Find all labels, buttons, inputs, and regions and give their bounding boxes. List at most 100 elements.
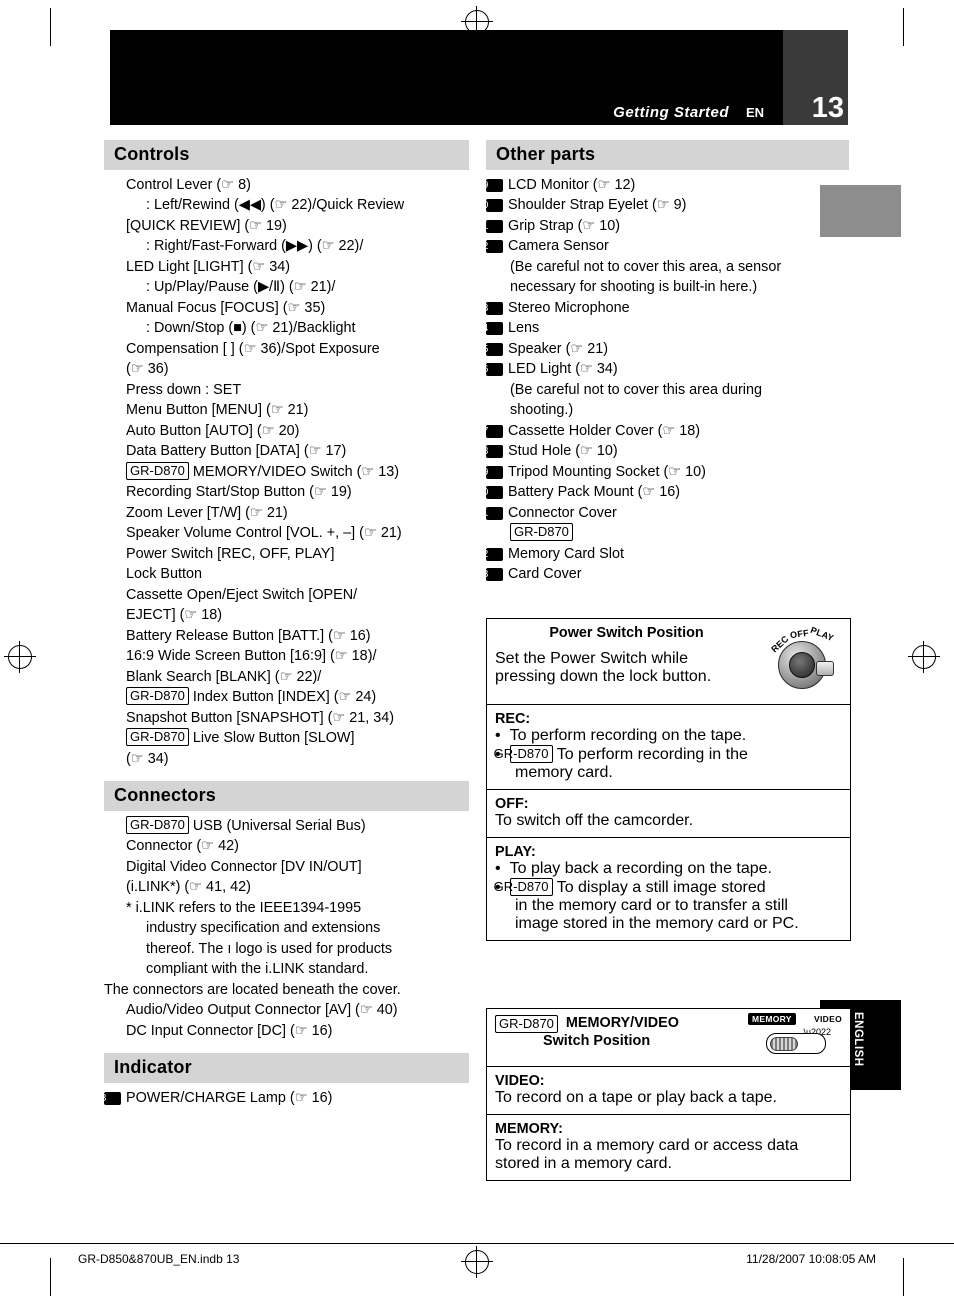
line-text: * i.LINK refers to the IEEE1394-1995 [126,899,362,916]
section-heading-other-parts: Other parts [486,140,849,170]
section-text: To record in a memory card or access dat… [495,1137,799,1154]
footer-timestamp: 11/28/2007 10:08:05 AM [746,1252,876,1266]
registration-mark-right [908,641,940,673]
line-text: (i.LINK*) (☞ 41, 42) [126,879,251,895]
section-label: REC: [495,711,531,727]
controls-list: Control Lever (☞ 8): Left/Rewind (◀◀) (☞… [104,175,469,770]
line-text: industry specification and extensions [146,920,381,936]
text-line: Recording Start/Stop Button (☞ 19) [104,482,469,503]
item-label: Card Cover [508,566,582,582]
line-text: Cassette Open/Eject Switch [OPEN/ [126,586,358,603]
line-text: Index Button [INDEX] (☞ 24) [188,689,377,705]
text-line: Auto Button [AUTO] (☞ 20) [104,421,469,442]
bullet-text: To play back a recording on the tape. [509,860,772,877]
switch-label-video: VIDEO [814,1014,842,1024]
line-text: Connector (☞ 42) [126,838,239,854]
item-number: 22 [477,240,503,253]
item-label: Shoulder Strap Eyelet (☞ 9) [508,197,687,213]
item-number: 19 [477,178,503,192]
power-switch-rows: REC:To perform recording on the tape. GR-… [487,705,850,940]
line-text: Press down : SET [126,381,242,398]
line-text: (☞ 34) [126,750,169,767]
section-label: VIDEO: [495,1073,545,1089]
item-number: 29 [477,465,503,479]
model-badge-gr-d870: GR-D870 [495,1015,558,1033]
bullet-item: GR-D870 To display a still image stored [494,878,842,897]
memory-video-title-line2: Switch Position [543,1033,651,1049]
power-switch-dial-illustration: REC OFF PLAY [764,625,840,693]
section-text: To switch off the camcorder. [495,812,694,829]
text-line: Control Lever (☞ 8) [104,175,469,196]
item-number: 25 [477,342,503,356]
line-text: USB (Universal Serial Bus) [188,817,366,834]
bullet-item: To play back a recording on the tape. [495,860,842,878]
power-switch-desc-line1: Set the Power Switch while [495,650,688,667]
text-line: (i.LINK*) (☞ 41, 42) [104,877,469,898]
bullet-continuation: memory card. [515,764,613,781]
text-line: : Right/Fast-Forward (▶▶) (☞ 22)/ [104,236,469,257]
model-badge-gr-d870: GR-D870 [494,878,553,896]
item-label: Connector Cover [508,504,617,521]
section-label: OFF: [495,796,529,812]
dial-inner [789,652,815,678]
model-badge-gr-d870: GR-D870 [126,728,189,746]
crop-mark-tr-v [903,8,904,46]
item-number: 31 [477,506,503,520]
line-text: Compensation [ ] (☞ 36)/Spot Exposure [126,340,380,357]
text-line: DC Input Connector [DC] (☞ 16) [104,1021,469,1042]
text-line: * i.LINK refers to the IEEE1394-1995 [104,898,469,919]
item-subtext: shooting.) [510,402,574,418]
power-switch-section: REC:To perform recording on the tape.GR-… [487,705,850,790]
section-label: MEMORY: [495,1121,563,1137]
item-label: Lens [508,320,540,336]
item-label: POWER/CHARGE Lamp (☞ 16) [126,1089,333,1106]
item-number: 33 [477,568,503,581]
line-text: LED Light [LIGHT] (☞ 34) [126,258,291,275]
line-text: Zoom Lever [T/W] (☞ 21) [126,504,288,521]
item-number: 30 [477,486,503,499]
item-label: LED Light (☞ 34) [508,361,618,377]
text-line: The connectors are located beneath the c… [104,980,469,1001]
section-heading-connectors: Connectors [104,781,469,811]
line-text: Speaker Volume Control [VOL. +, –] (☞ 21… [126,525,402,541]
text-line: GR-D870 Live Slow Button [SLOW] [104,728,469,749]
crop-mark-tl-v [50,8,51,46]
section-heading-indicator: Indicator [104,1053,469,1083]
text-line: : Down/Stop (■) (☞ 21)/Backlight [104,318,469,339]
line-text: (☞ 36) [126,361,169,377]
header-language-code: EN [745,105,764,120]
line-text: : Left/Rewind (◀◀) (☞ 22)/Quick Review [146,197,405,213]
power-switch-desc-line2: pressing down the lock button. [495,668,712,685]
line-text: Recording Start/Stop Button (☞ 19) [126,484,352,500]
text-line: Digital Video Connector [DV IN/OUT] [104,857,469,878]
text-line: compliant with the i.LINK standard. [104,959,469,980]
text-line: [QUICK REVIEW] (☞ 19) [104,216,469,237]
switch-label-memory: MEMORY [748,1013,796,1025]
item-subtext: (Be careful not to cover this area durin… [510,381,762,398]
power-switch-box-title: Power Switch Position [549,625,704,641]
item-subtext: (Be careful not to cover this area, a se… [510,258,782,275]
line-text: EJECT] (☞ 18) [126,607,223,623]
line-text: Manual Focus [FOCUS] (☞ 35) [126,299,326,316]
memory-video-switch-box: GR-D870 MEMORY/VIDEO Switch Position MEM… [486,1008,851,1181]
list-item: 20 Shoulder Strap Eyelet (☞ 9) [477,195,849,216]
switch-slider [766,1033,826,1054]
item-label: Memory Card Slot [508,545,624,562]
dial-lock-knob [816,661,834,676]
item-label: Tripod Mounting Socket (☞ 10) [508,463,706,480]
memory-video-section: MEMORY: To record in a memory card or acc… [487,1115,850,1180]
text-line: Snapshot Button [SNAPSHOT] (☞ 21, 34) [104,708,469,729]
text-line: GR-D870 USB (Universal Serial Bus) [104,815,469,837]
bullet-continuation: in the memory card or to transfer a stil… [515,897,788,914]
list-item: 22 Camera Sensor [477,236,849,257]
connectors-list: GR-D870 USB (Universal Serial Bus) Connec… [104,815,469,1042]
line-text: Menu Button [MENU] (☞ 21) [126,402,309,418]
line-text: Digital Video Connector [DV IN/OUT] [126,858,362,875]
line-text: [QUICK REVIEW] (☞ 19) [126,217,287,234]
bullet-text: To perform recording on the tape. [509,727,747,744]
text-line: : Left/Rewind (◀◀) (☞ 22)/Quick Review [104,195,469,216]
list-item: 18 POWER/CHARGE Lamp (☞ 16) [95,1088,469,1109]
item-label: Battery Pack Mount (☞ 16) [508,484,681,500]
line-text: : Right/Fast-Forward (▶▶) (☞ 22)/ [146,238,364,254]
text-line: industry specification and extensions [104,918,469,939]
